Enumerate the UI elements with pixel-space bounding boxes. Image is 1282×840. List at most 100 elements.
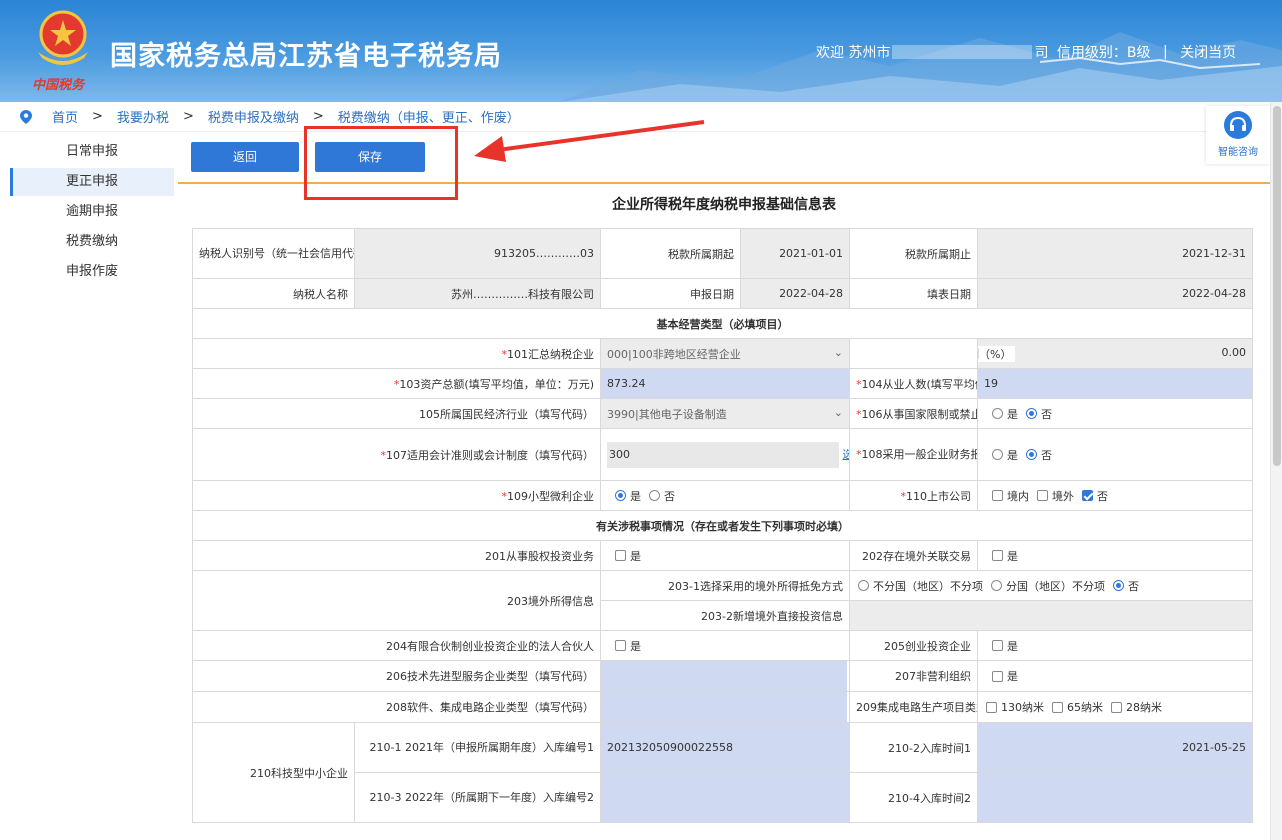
arrow-annotation — [474, 120, 705, 162]
row-206-input[interactable] — [601, 661, 847, 691]
row-105-select[interactable]: 3990|其他电子设备制造 ⌄ — [600, 398, 850, 429]
no-label: 否 — [1128, 579, 1139, 593]
row-102-value: 0.00 — [1221, 345, 1247, 359]
no-label: 否 — [1041, 407, 1052, 421]
row-106-yes-radio[interactable] — [992, 408, 1003, 419]
row-203-1-opt1-radio[interactable] — [858, 580, 869, 591]
row-204-label: 204有限合伙制创业投资企业的法人合伙人 — [192, 630, 601, 661]
row-210-3-label: 210-3 2022年（所属期下一年度）入库编号2 — [354, 772, 601, 823]
yes-label: 是 — [630, 489, 641, 503]
row-202-yes-checkbox[interactable] — [992, 550, 1003, 561]
save-highlight-box — [304, 126, 458, 200]
row-203-1-opt2-radio[interactable] — [991, 580, 1002, 591]
row-210-1-input[interactable]: 202132050900022558 — [600, 722, 850, 773]
row-204-yes-checkbox[interactable] — [615, 640, 626, 651]
breadcrumb-declare[interactable]: 税费申报及缴纳 — [208, 107, 299, 126]
sidebar-item-daily[interactable]: 日常申报 — [10, 138, 174, 166]
scrollbar-thumb[interactable] — [1273, 106, 1281, 466]
yes-label: 是 — [1007, 639, 1018, 653]
row-110-overseas-checkbox[interactable] — [1037, 490, 1048, 501]
row-208-input-cell: 选择 — [600, 691, 850, 723]
row-203-1-label: 203-1选择采用的境外所得抵免方式 — [600, 570, 850, 601]
row-107-input-cell: 300 选择 — [600, 428, 850, 481]
emblem-icon — [38, 10, 88, 65]
row-208-input[interactable] — [601, 692, 847, 722]
sidebar-item-payment[interactable]: 税费缴纳 — [10, 228, 174, 256]
period-start-value: 2021-01-01 — [740, 228, 850, 279]
sidebar-item-overdue[interactable]: 逾期申报 — [10, 198, 174, 226]
opt-28nm: 28纳米 — [1126, 701, 1162, 714]
row-107-input[interactable]: 300 — [607, 441, 839, 468]
row-108-yes-radio[interactable] — [992, 449, 1003, 460]
row-203-1-no-radio[interactable] — [1113, 580, 1124, 591]
row-108-label: *108采用一般企业财务报表格式（2019年版） — [849, 428, 978, 481]
header-banner: 中国税务 国家税务总局江苏省电子税务局 欢迎 苏州市 司 信用级别：B级 | 关闭… — [0, 0, 1282, 102]
row-103-label: *103资产总额(填写平均值，单位：万元) — [192, 368, 601, 399]
row-109-options: 是否 — [600, 480, 850, 511]
row-206-input-cell: 选择 — [600, 660, 850, 692]
welcome-text: 欢迎 苏州市 — [816, 45, 891, 61]
breadcrumb-tax[interactable]: 我要办税 — [117, 107, 169, 126]
opt-65nm: 65纳米 — [1067, 701, 1103, 714]
row-201-options: 是 — [600, 540, 850, 571]
sidebar: 日常申报 更正申报 逾期申报 税费缴纳 申报作废 — [0, 132, 178, 840]
row-101-text: 101汇总纳税企业 — [507, 347, 594, 361]
apply-date-label: 申报日期 — [600, 278, 741, 309]
row-110-domestic-checkbox[interactable] — [992, 490, 1003, 501]
row-108-no-radio[interactable] — [1026, 449, 1037, 460]
row-109-no-radio[interactable] — [649, 490, 660, 501]
row-106-no-radio[interactable] — [1026, 408, 1037, 419]
row-201-yes-checkbox[interactable] — [615, 550, 626, 561]
back-button[interactable]: 返回 — [191, 142, 299, 172]
row-210-3-input[interactable] — [600, 772, 850, 823]
breadcrumb-sep: > — [312, 109, 324, 124]
row-207-options: 是 — [977, 660, 1253, 692]
section-tax-matters-title: 有关涉税事项情况（存在或者发生下列事项时必填） — [192, 510, 1253, 541]
sidebar-item-void[interactable]: 申报作废 — [10, 258, 174, 286]
row-209-options: 130纳米 65纳米 28纳米 — [977, 691, 1253, 723]
row-210-4-input[interactable] — [977, 772, 1253, 823]
no-label: 否 — [664, 489, 675, 503]
row-207-yes-checkbox[interactable] — [992, 670, 1003, 682]
row-110-no-checkbox[interactable] — [1082, 490, 1093, 501]
row-104-input[interactable]: 19 — [977, 368, 1253, 399]
fill-date-label: 填表日期 — [849, 278, 978, 309]
site-title: 国家税务总局江苏省电子税务局 — [110, 41, 502, 72]
opt-130nm: 130纳米 — [1001, 701, 1044, 714]
row-102-cell: 102分支机构就地纳税比例（%） 0.00 — [977, 338, 1253, 369]
taxpayer-name-value: 苏州……………科技有限公司 — [354, 278, 601, 309]
user-bar: 欢迎 苏州市 司 信用级别：B级 | 关闭当页 — [816, 42, 1236, 62]
row-205-yes-checkbox[interactable] — [992, 640, 1003, 651]
yes-label: 是 — [630, 639, 641, 653]
row-107-select-link[interactable]: 选择 — [843, 448, 849, 461]
row-205-options: 是 — [977, 630, 1253, 661]
breadcrumb-sep: > — [182, 109, 194, 124]
row-210-label: 210科技型中小企业 — [192, 722, 355, 823]
row-105-value: 3990|其他电子设备制造 — [607, 407, 727, 421]
row-210-2-input[interactable]: 2021-05-25 — [977, 722, 1253, 773]
row-208-label: 208软件、集成电路企业类型（填写代码） — [192, 691, 601, 723]
row-108-options: 是否 — [977, 428, 1253, 481]
domestic-label: 境内 — [1007, 489, 1029, 503]
period-end-label: 税款所属期止 — [849, 228, 978, 279]
vertical-scrollbar[interactable] — [1270, 102, 1282, 840]
row-209-28nm-checkbox[interactable] — [1111, 701, 1122, 713]
row-103-input[interactable]: 873.24 — [600, 368, 850, 399]
row-110-label: *110上市公司 — [849, 480, 978, 511]
row-101-select[interactable]: 000|100非跨地区经营企业 ⌄ — [600, 338, 850, 369]
row-209-130nm-checkbox[interactable] — [986, 701, 997, 713]
row-204-options: 是 — [600, 630, 850, 661]
apply-date-value: 2022-04-28 — [740, 278, 850, 309]
row-107-text: 107适用会计准则或会计制度（填写代码） — [386, 448, 594, 462]
yes-label: 是 — [1007, 407, 1018, 421]
close-page-link[interactable]: 关闭当页 — [1180, 45, 1236, 61]
row-209-65nm-checkbox[interactable] — [1052, 701, 1063, 713]
credit-level: 信用级别：B级 — [1056, 45, 1151, 61]
row-202-label: 202存在境外关联交易 — [849, 540, 978, 571]
sidebar-item-correction[interactable]: 更正申报 — [10, 168, 174, 196]
row-210-4-label: 210-4入库时间2 — [849, 772, 978, 823]
row-202-options: 是 — [977, 540, 1253, 571]
row-109-yes-radio[interactable] — [615, 490, 626, 501]
opt1-label: 不分国（地区）不分项 — [873, 579, 983, 593]
breadcrumb-home[interactable]: 首页 — [52, 107, 78, 126]
